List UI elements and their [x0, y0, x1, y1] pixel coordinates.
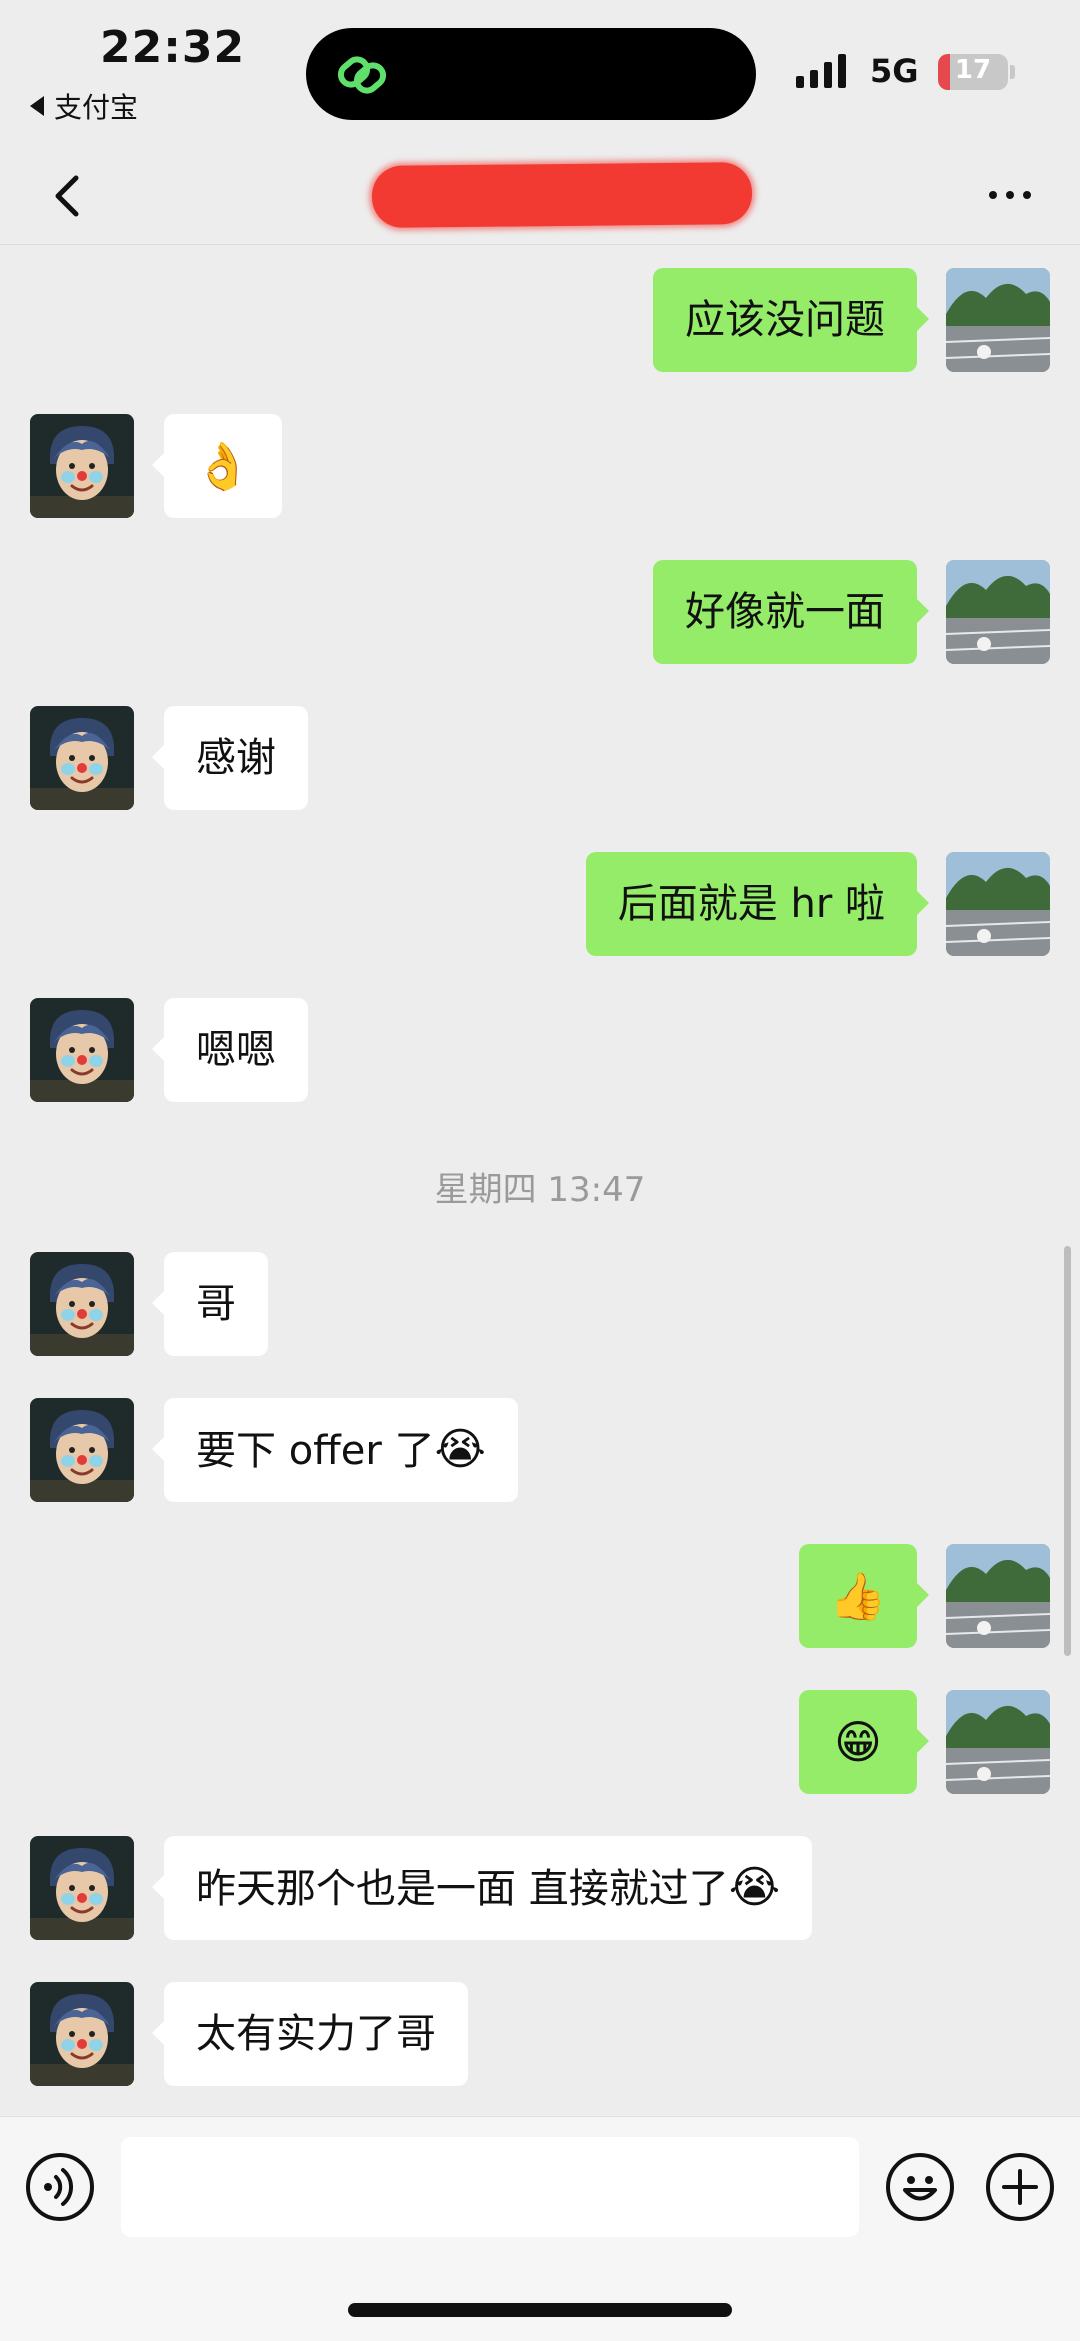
- outgoing-message-bubble[interactable]: 👍: [799, 1544, 929, 1648]
- back-app-label: 支付宝: [54, 91, 139, 124]
- back-to-app-link[interactable]: 支付宝: [30, 86, 138, 126]
- battery-level: 17: [954, 55, 992, 85]
- message-row: 👍: [0, 1544, 1080, 1648]
- message-text: 昨天那个也是一面 直接就过了: [196, 1866, 729, 1912]
- my-avatar[interactable]: [946, 560, 1050, 664]
- back-triangle-icon: [30, 96, 44, 116]
- message-row: 嗯嗯: [0, 998, 1080, 1102]
- my-avatar[interactable]: [946, 1544, 1050, 1648]
- outgoing-message-bubble[interactable]: 😁: [799, 1690, 929, 1794]
- plus-icon[interactable]: [986, 2153, 1054, 2221]
- outgoing-message-bubble[interactable]: 好像就一面: [653, 560, 929, 664]
- incoming-message-bubble[interactable]: 哥: [152, 1252, 268, 1356]
- message-list[interactable]: 星期四 13:47 应该没问题 👌 好像就一面感谢后面就是 hr 啦嗯嗯哥要下 of…: [0, 246, 1080, 2116]
- message-text: 哥: [196, 1281, 236, 1327]
- outgoing-message-bubble[interactable]: 后面就是 hr 啦: [585, 852, 930, 956]
- message-row: 要下 offer 了😭: [0, 1398, 1080, 1502]
- message-text: 嗯嗯: [196, 1027, 276, 1073]
- message-timestamp: 星期四 13:47: [434, 1170, 646, 1210]
- network-type: 5G: [870, 52, 919, 90]
- message-text: 👌: [194, 439, 252, 493]
- contact-avatar[interactable]: [30, 1252, 134, 1356]
- contact-avatar[interactable]: [30, 414, 134, 518]
- incoming-message-bubble[interactable]: 嗯嗯: [152, 998, 308, 1102]
- outgoing-message-bubble[interactable]: 应该没问题: [653, 268, 929, 372]
- input-bar: [0, 2116, 1080, 2341]
- dynamic-island: [306, 28, 756, 120]
- message-row: 感谢: [0, 706, 1080, 810]
- more-horizontal-icon[interactable]: [980, 180, 1040, 210]
- message-row: 后面就是 hr 啦: [0, 852, 1080, 956]
- message-row: 😁: [0, 1690, 1080, 1794]
- contact-avatar[interactable]: [30, 1836, 134, 1940]
- chat-header: [0, 150, 1080, 245]
- battery-icon: 17: [938, 54, 1008, 90]
- status-bar: 22:32 支付宝 5G 17: [0, 0, 1080, 150]
- message-input[interactable]: [121, 2137, 859, 2237]
- message-text: 太有实力了哥: [196, 2011, 436, 2057]
- contact-avatar[interactable]: [30, 706, 134, 810]
- contact-avatar[interactable]: [30, 1398, 134, 1502]
- my-avatar[interactable]: [946, 268, 1050, 372]
- signal-icon: [796, 54, 846, 88]
- status-time: 22:32: [100, 22, 246, 73]
- incoming-message-bubble[interactable]: 👌: [152, 414, 282, 518]
- message-row: 好像就一面: [0, 560, 1080, 664]
- message-row: 👌: [0, 414, 1080, 518]
- incoming-message-bubble[interactable]: 太有实力了哥: [152, 1982, 468, 2086]
- chevron-left-icon[interactable]: [40, 166, 100, 226]
- contact-avatar[interactable]: [30, 1982, 134, 2086]
- message-text: 要下 offer 了: [196, 1428, 435, 1474]
- message-row: 太有实力了哥: [0, 1982, 1080, 2086]
- incoming-message-bubble[interactable]: 昨天那个也是一面 直接就过了😭: [151, 1836, 813, 1940]
- home-indicator[interactable]: [348, 2303, 732, 2317]
- message-emoji: 😭: [434, 1424, 486, 1475]
- message-text: 应该没问题: [685, 297, 885, 343]
- message-text: 好像就一面: [685, 589, 885, 635]
- message-row: 昨天那个也是一面 直接就过了😭: [0, 1836, 1080, 1940]
- voice-icon[interactable]: [26, 2153, 94, 2221]
- emoji-icon[interactable]: [886, 2153, 954, 2221]
- incoming-message-bubble[interactable]: 要下 offer 了😭: [152, 1398, 518, 1502]
- incoming-message-bubble[interactable]: 感谢: [152, 706, 308, 810]
- my-avatar[interactable]: [946, 1690, 1050, 1794]
- my-avatar[interactable]: [946, 852, 1050, 956]
- message-row: 哥: [0, 1252, 1080, 1356]
- message-text: 👍: [829, 1569, 887, 1623]
- message-row: 应该没问题: [0, 268, 1080, 372]
- battery-tip: [1010, 65, 1015, 79]
- redacted-contact-name: [371, 162, 753, 228]
- contact-avatar[interactable]: [30, 998, 134, 1102]
- message-emoji: 😭: [728, 1862, 781, 1913]
- message-text: 😁: [834, 1715, 882, 1769]
- message-text: 后面就是 hr 啦: [617, 881, 885, 927]
- message-text: 感谢: [196, 735, 276, 781]
- link-icon: [337, 56, 387, 94]
